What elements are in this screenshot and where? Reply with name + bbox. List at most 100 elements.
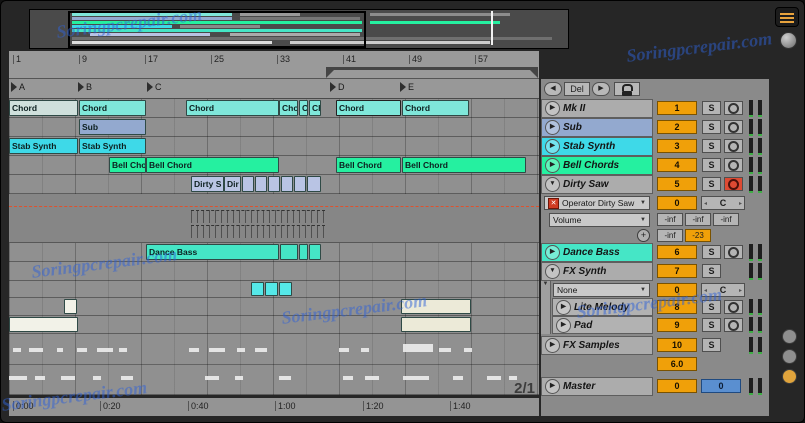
clip[interactable] [401, 317, 471, 332]
clip[interactable]: Stab Synth [9, 138, 78, 154]
arm-button[interactable] [724, 120, 743, 134]
locator-d[interactable]: D [330, 82, 345, 92]
locator-e[interactable]: E [400, 82, 414, 92]
locator-a[interactable]: A [11, 82, 25, 92]
clip-lane-dance-bass[interactable]: Dance Bass [9, 243, 539, 262]
clip[interactable]: Chord [336, 100, 401, 116]
clip[interactable]: Chord [279, 100, 298, 116]
clip[interactable]: Bell Chord [402, 157, 526, 173]
send-value-box[interactable]: -inf [657, 213, 683, 226]
solo-button[interactable]: S [702, 264, 721, 278]
track-activator[interactable]: 10 [657, 338, 697, 352]
next-locator-button[interactable]: ▶ [592, 82, 610, 96]
gain-box[interactable]: 0 [657, 196, 697, 210]
rail-button-1[interactable] [782, 329, 797, 344]
clip[interactable] [279, 282, 292, 296]
fold-triangle-icon[interactable]: ▶ [556, 317, 571, 333]
send-value-box[interactable]: -inf [685, 213, 711, 226]
track-activator[interactable]: 1 [657, 101, 697, 115]
arm-button[interactable] [724, 318, 743, 332]
solo-button[interactable]: S [702, 101, 721, 115]
fold-triangle-icon[interactable]: ▶ [545, 245, 560, 260]
arm-button[interactable] [724, 300, 743, 314]
track-activator[interactable]: 3 [657, 139, 697, 153]
arm-button[interactable] [724, 139, 743, 153]
solo-button[interactable]: S [702, 139, 721, 153]
clip-lane-stab-synth[interactable]: Stab Synth Stab Synth [9, 137, 539, 156]
lock-envelopes-button[interactable] [614, 82, 640, 96]
clip[interactable]: Dir [224, 176, 241, 192]
device-chooser-fx-synth[interactable]: None ▼ [553, 283, 650, 297]
gain-box[interactable]: 0 [657, 283, 697, 297]
track-header-dirty-saw[interactable]: ▼ Dirty Saw [541, 175, 653, 194]
track-activator[interactable]: 6 [657, 245, 697, 259]
track-header-bell-chords[interactable]: ▶ Bell Chords [541, 156, 653, 175]
fold-triangle-icon[interactable]: ▶ [556, 299, 571, 315]
clip[interactable] [251, 282, 264, 296]
clip[interactable]: Stab Synth [79, 138, 146, 154]
crossfade-assign-button[interactable]: ◂ C ▸ [701, 283, 745, 297]
clip[interactable] [64, 299, 77, 314]
track-header-master[interactable]: ▶ Master [541, 377, 653, 396]
clip[interactable]: Dirty S [191, 176, 224, 192]
clip[interactable] [401, 299, 471, 314]
clip[interactable] [255, 176, 267, 192]
clip[interactable]: Dance Bass [146, 244, 279, 260]
clip-lane-fx-samples[interactable] [9, 334, 539, 395]
clip-lane-lite-melody[interactable] [9, 298, 539, 316]
arm-button[interactable] [724, 245, 743, 259]
clip[interactable] [280, 244, 298, 260]
fold-triangle-icon[interactable]: ▼ [545, 177, 560, 192]
clip[interactable]: Chord [9, 100, 78, 116]
clip-lane-fx-synth[interactable] [9, 262, 539, 281]
fold-triangle-icon[interactable]: ▶ [545, 338, 560, 353]
track-activator[interactable]: 8 [657, 300, 697, 314]
arrangement-overview[interactable] [29, 9, 569, 49]
track-activator[interactable]: 4 [657, 158, 697, 172]
automation-lane-dirty-saw[interactable] [9, 194, 539, 243]
master-pan-box[interactable]: 0 [701, 379, 741, 393]
clip[interactable] [294, 176, 306, 192]
gain-box[interactable]: 6.0 [657, 357, 697, 371]
track-header-mk-ii[interactable]: ▶ Mk II [541, 99, 653, 118]
solo-button[interactable]: S [702, 120, 721, 134]
delete-locator-button[interactable]: Del [564, 82, 590, 96]
clip-lane-sub[interactable]: Sub [9, 118, 539, 137]
clip[interactable] [309, 244, 321, 260]
locator-b[interactable]: B [78, 82, 92, 92]
clip[interactable]: Chord [299, 100, 308, 116]
clip[interactable]: Chord [79, 100, 146, 116]
track-header-lite-melody[interactable]: ▶ Lite Melody [552, 298, 653, 316]
track-activator[interactable]: 2 [657, 120, 697, 134]
clip[interactable]: Chord [402, 100, 469, 116]
solo-button[interactable]: S [702, 245, 721, 259]
overview-view-frame[interactable] [68, 11, 366, 48]
send-value-box[interactable]: -inf [713, 213, 739, 226]
clip[interactable] [242, 176, 254, 192]
solo-button[interactable]: S [702, 300, 721, 314]
clip[interactable]: Bell Chord [336, 157, 401, 173]
track-header-fx-samples[interactable]: ▶ FX Samples [541, 336, 653, 355]
send-value-box[interactable]: -inf [657, 229, 683, 242]
arm-button-armed[interactable] [724, 177, 743, 191]
clip[interactable] [299, 244, 308, 260]
track-header-stab-synth[interactable]: ▶ Stab Synth [541, 137, 653, 156]
clip[interactable]: Bell Chord [146, 157, 279, 173]
clip[interactable] [307, 176, 321, 192]
menu-icon[interactable] [775, 7, 799, 27]
track-header-dance-bass[interactable]: ▶ Dance Bass [541, 243, 653, 262]
arm-button[interactable] [724, 158, 743, 172]
solo-button[interactable]: S [702, 318, 721, 332]
track-activator[interactable]: 9 [657, 318, 697, 332]
clip[interactable] [9, 317, 78, 332]
arm-button[interactable] [724, 101, 743, 115]
solo-button[interactable]: S [702, 177, 721, 191]
clip[interactable]: Bell Chord [109, 157, 146, 173]
time-ruler[interactable]: 0:00 0:20 0:40 1:00 1:20 1:40 [9, 398, 539, 416]
track-activator[interactable]: 7 [657, 264, 697, 278]
crossfade-assign-button[interactable]: ◂ C ▸ [701, 196, 745, 210]
master-volume-box[interactable]: 0 [657, 379, 697, 393]
fold-triangle-icon[interactable]: ▼ [545, 264, 560, 279]
beat-time-ruler[interactable]: 1 9 17 25 33 41 49 57 [9, 51, 539, 79]
clip-lane-pad[interactable] [9, 316, 539, 334]
